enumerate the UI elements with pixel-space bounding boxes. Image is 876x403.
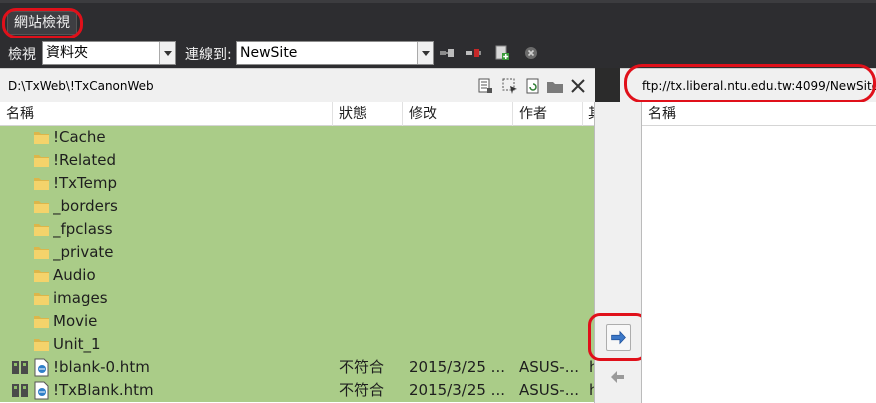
item-status: 不符合 xyxy=(339,381,385,399)
list-item[interactable]: !TxTemp xyxy=(0,172,594,195)
item-name: Movie xyxy=(53,312,98,330)
list-item[interactable]: Audio xyxy=(0,264,594,287)
view-dropdown[interactable]: 資料夾 xyxy=(42,41,176,65)
html-file-icon xyxy=(34,381,49,400)
list-item[interactable]: _fpclass xyxy=(0,218,594,241)
item-modified: 2015/3/25 ... xyxy=(409,381,505,399)
new-folder-icon[interactable] xyxy=(546,77,564,95)
item-name: Unit_1 xyxy=(53,335,101,353)
close-icon[interactable] xyxy=(569,77,587,95)
local-file-list: 名稱 狀態 修改 作者 其 !Cache !Related !TxTemp _b… xyxy=(0,102,595,403)
item-name: _borders xyxy=(53,197,118,215)
connect-label: 連線到: xyxy=(185,47,232,63)
folder-icon xyxy=(34,247,49,259)
item-name: _fpclass xyxy=(53,220,113,238)
item-author: ASUS-... xyxy=(519,381,579,399)
list-item[interactable]: images xyxy=(0,287,594,310)
item-modified: 2015/3/25 ... xyxy=(409,358,505,376)
chevron-down-icon[interactable] xyxy=(159,42,175,64)
list-item[interactable]: !Cache xyxy=(0,126,594,149)
remote-column-header-name[interactable]: 名稱 xyxy=(642,102,876,126)
disconnect-icon[interactable] xyxy=(465,45,481,61)
top-border xyxy=(0,0,876,3)
folder-icon xyxy=(34,155,49,167)
highlight-oval-publish xyxy=(588,313,648,361)
folder-icon xyxy=(34,316,49,328)
chevron-down-icon[interactable] xyxy=(417,42,433,64)
list-item[interactable]: _private xyxy=(0,241,594,264)
view-dropdown-value: 資料夾 xyxy=(46,45,88,61)
item-name: !TxTemp xyxy=(53,174,118,192)
column-header-status[interactable]: 狀態 xyxy=(333,102,403,126)
folder-icon xyxy=(34,178,49,190)
column-header-name[interactable]: 名稱 xyxy=(0,102,333,126)
remote-list-header: 名稱 xyxy=(642,102,876,126)
folder-icon xyxy=(34,339,49,351)
item-name: !blank-0.htm xyxy=(53,358,150,376)
conflict-status-icon xyxy=(12,384,28,397)
folder-icon xyxy=(34,132,49,144)
list-item[interactable]: _borders xyxy=(0,195,594,218)
conflict-status-icon xyxy=(12,361,28,374)
title-strip: 網站檢視 xyxy=(0,0,876,38)
item-name: images xyxy=(53,289,108,307)
local-path-bar: D:\TxWeb\!TxCanonWeb xyxy=(0,68,595,102)
view-label: 檢視 xyxy=(8,47,36,63)
site-dropdown[interactable]: NewSite xyxy=(236,41,434,65)
stop-icon[interactable] xyxy=(523,45,539,61)
list-item[interactable]: !blank-0.htm 不符合 2015/3/25 ... ASUS-... … xyxy=(0,356,594,379)
column-header-other[interactable]: 其 xyxy=(583,102,594,126)
refresh-icon[interactable] xyxy=(524,77,542,95)
highlight-oval-url xyxy=(624,64,876,103)
list-item[interactable]: Movie xyxy=(0,310,594,333)
publish-all-icon[interactable] xyxy=(476,77,494,95)
item-status: 不符合 xyxy=(339,358,385,376)
list-item[interactable]: !TxBlank.htm 不符合 2015/3/25 ... ASUS-... … xyxy=(0,379,594,402)
html-file-icon xyxy=(34,358,49,377)
list-item[interactable]: Unit_1 xyxy=(0,333,594,356)
list-item[interactable]: !Related xyxy=(0,149,594,172)
column-header-author[interactable]: 作者 xyxy=(513,102,583,126)
item-name: Audio xyxy=(53,266,96,284)
item-author: ASUS-... xyxy=(519,358,579,376)
highlight-oval-tab xyxy=(2,8,83,39)
item-name: !Cache xyxy=(53,128,106,146)
item-name: !Related xyxy=(53,151,116,169)
column-header-modified[interactable]: 修改 xyxy=(403,102,513,126)
item-name: _private xyxy=(53,243,114,261)
publish-icon[interactable] xyxy=(494,45,510,61)
folder-icon xyxy=(34,201,49,213)
connect-icon[interactable] xyxy=(439,45,455,61)
item-name: !TxBlank.htm xyxy=(53,381,154,399)
list-header: 名稱 狀態 修改 作者 其 xyxy=(0,102,594,126)
folder-icon xyxy=(34,293,49,305)
remote-file-list: 名稱 xyxy=(641,102,876,403)
select-icon[interactable] xyxy=(501,77,519,95)
local-path: D:\TxWeb\!TxCanonWeb xyxy=(8,79,154,93)
site-dropdown-value: NewSite xyxy=(240,45,298,61)
folder-icon xyxy=(34,224,49,236)
arrow-left-icon[interactable] xyxy=(610,369,626,385)
folder-icon xyxy=(34,270,49,282)
